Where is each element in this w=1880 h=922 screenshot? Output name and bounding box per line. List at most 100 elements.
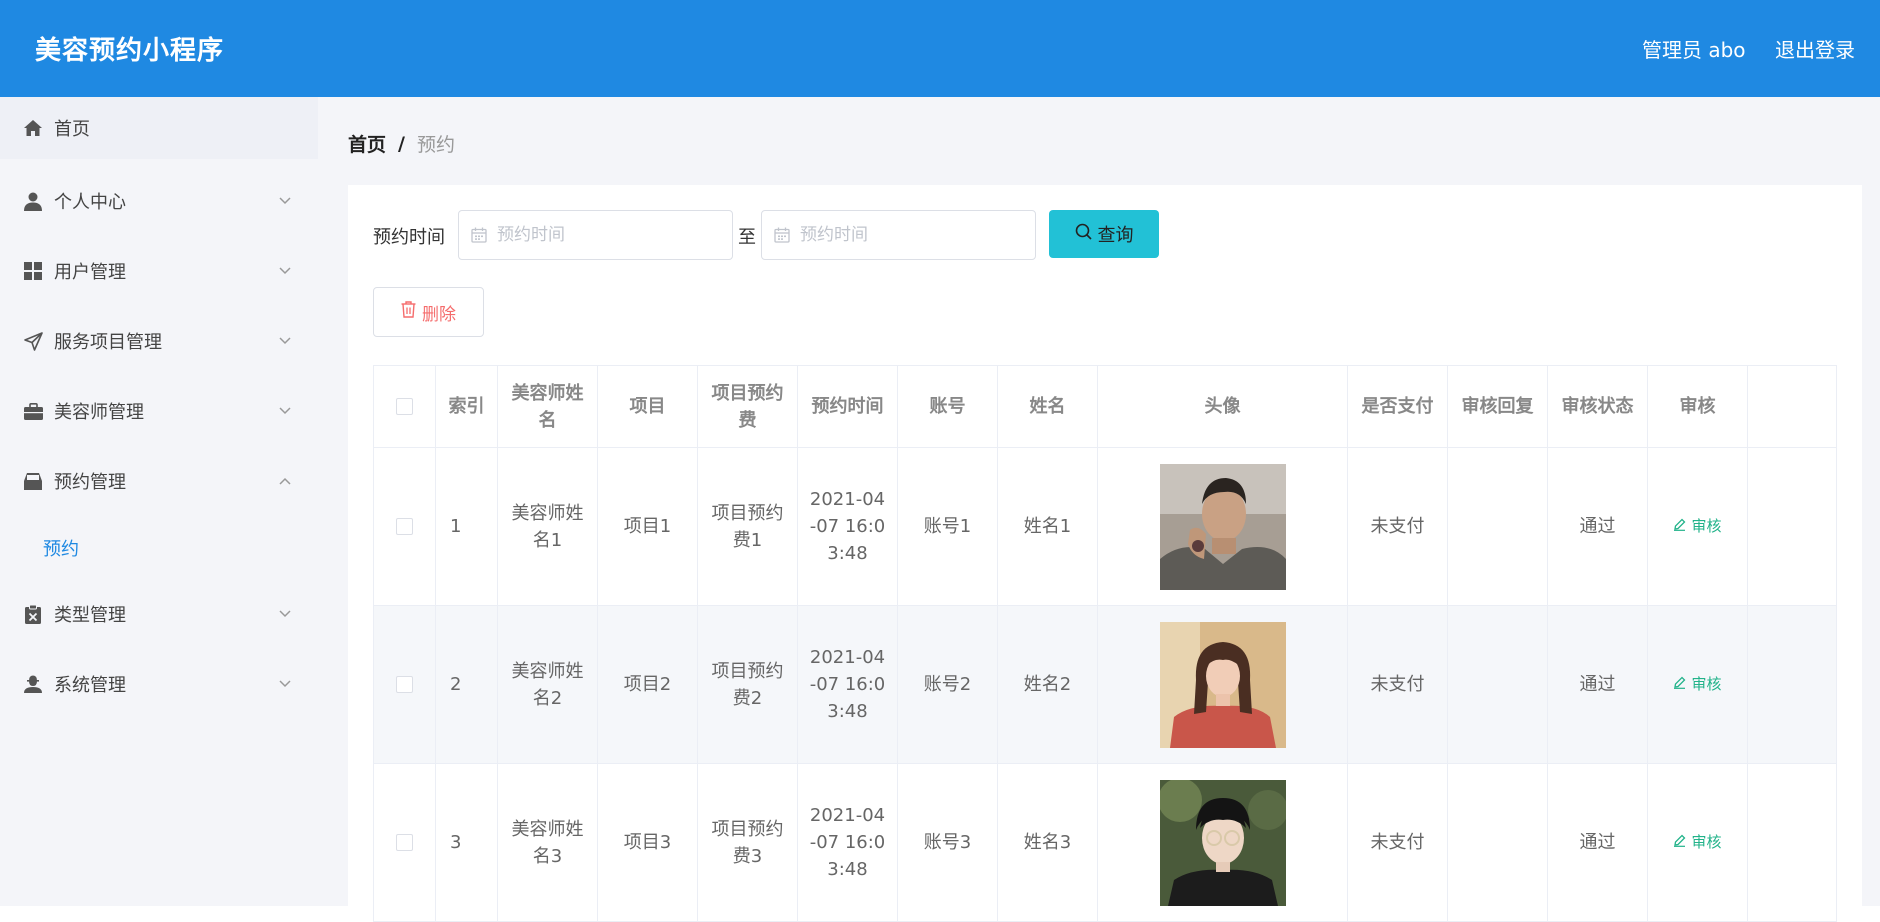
chevron-down-icon xyxy=(278,194,292,208)
table-row[interactable]: 3 美容师姓名3 项目3 项目预约费3 2021-04-07 16:03:48 … xyxy=(374,764,1837,922)
sidebar-item-label: 个人中心 xyxy=(54,192,126,213)
row-checkbox[interactable] xyxy=(396,834,413,851)
sidebar-subitem-label: 预约 xyxy=(43,539,79,560)
admin-label: 管理员 abo xyxy=(1642,38,1746,62)
breadcrumb-current: 预约 xyxy=(416,134,455,156)
select-all-checkbox[interactable] xyxy=(396,398,413,415)
account-cell: 账号3 xyxy=(898,764,998,922)
row-checkbox[interactable] xyxy=(396,676,413,693)
time-cell: 2021-04-07 16:03:48 xyxy=(798,764,898,922)
sidebar-item-home[interactable]: 首页 xyxy=(0,97,318,159)
send-icon xyxy=(22,330,44,352)
header-cell: 项目 xyxy=(598,366,698,448)
start-date-field[interactable] xyxy=(458,210,733,260)
sidebar-item-user-management[interactable]: 用户管理 xyxy=(0,240,318,302)
reply-cell xyxy=(1448,606,1548,764)
content-panel: 预约时间 至 查询 删除 xyxy=(348,185,1862,922)
audit-cell: 审核 xyxy=(1648,764,1748,922)
breadcrumb-separator: / xyxy=(398,132,405,155)
sidebar-item-beautician-management[interactable]: 美容师管理 xyxy=(0,380,318,442)
search-icon xyxy=(1075,223,1092,245)
index-cell: 3 xyxy=(436,764,498,922)
chevron-down-icon xyxy=(278,334,292,348)
table-row[interactable]: 2 美容师姓名2 项目2 项目预约费2 2021-04-07 16:03:48 … xyxy=(374,606,1837,764)
paid-cell: 未支付 xyxy=(1348,448,1448,606)
sidebar-item-label: 首页 xyxy=(54,119,90,140)
avatar-cell xyxy=(1098,764,1348,922)
trash-icon xyxy=(401,301,416,323)
sidebar-item-personal-center[interactable]: 个人中心 xyxy=(0,170,318,232)
sidebar-item-system-management[interactable]: 系统管理 xyxy=(0,653,318,715)
beautician-cell: 美容师姓名3 xyxy=(498,764,598,922)
sidebar-item-service-management[interactable]: 服务项目管理 xyxy=(0,310,318,372)
top-header: 美容预约小程序 管理员 abo 退出登录 xyxy=(0,0,1880,97)
beautician-cell: 美容师姓名2 xyxy=(498,606,598,764)
calendar-icon xyxy=(471,227,487,247)
sidebar-item-booking-management[interactable]: 预约管理 xyxy=(0,450,318,512)
time-cell: 2021-04-07 16:03:48 xyxy=(798,448,898,606)
breadcrumb: 首页 / 预约 xyxy=(348,130,455,157)
header-cell: 账号 xyxy=(898,366,998,448)
breadcrumb-home[interactable]: 首页 xyxy=(348,130,386,157)
audit-button[interactable]: 审核 xyxy=(1673,513,1722,540)
row-checkbox-cell xyxy=(374,606,436,764)
avatar-cell xyxy=(1098,606,1348,764)
chevron-up-icon xyxy=(278,474,292,488)
delete-button[interactable]: 删除 xyxy=(373,287,484,337)
time-cell: 2021-04-07 16:03:48 xyxy=(798,606,898,764)
end-date-input[interactable] xyxy=(800,223,1020,247)
audit-button-label: 审核 xyxy=(1691,675,1722,693)
avatar xyxy=(1159,463,1286,590)
end-date-field[interactable] xyxy=(761,210,1036,260)
header-cell: 姓名 xyxy=(998,366,1098,448)
paid-cell: 未支付 xyxy=(1348,764,1448,922)
logout-button[interactable]: 退出登录 xyxy=(1775,34,1855,63)
admin-icon xyxy=(22,673,44,695)
delete-button-label: 删除 xyxy=(422,304,456,325)
table-header-row: 索引 美容师姓名 项目 项目预约费 预约时间 账号 姓名 头像 是否支付 审核回… xyxy=(374,366,1837,448)
sidebar-subitem-booking[interactable]: 预约 xyxy=(0,520,318,576)
calendar-icon xyxy=(774,227,790,247)
project-cell: 项目2 xyxy=(598,606,698,764)
header-cell: 美容师姓名 xyxy=(498,366,598,448)
header-cell: 头像 xyxy=(1098,366,1348,448)
audit-button-label: 审核 xyxy=(1691,517,1722,535)
main-content: 首页 / 预约 预约时间 至 查询 删 xyxy=(318,97,1880,922)
sidebar-item-label: 类型管理 xyxy=(54,605,126,626)
sidebar-item-label: 服务项目管理 xyxy=(54,332,162,353)
audit-button[interactable]: 审核 xyxy=(1673,829,1722,856)
extra-cell xyxy=(1748,764,1837,922)
query-button[interactable]: 查询 xyxy=(1049,210,1159,258)
header-cell: 预约时间 xyxy=(798,366,898,448)
extra-cell xyxy=(1748,448,1837,606)
status-cell: 通过 xyxy=(1548,448,1648,606)
status-cell: 通过 xyxy=(1548,764,1648,922)
header-cell: 索引 xyxy=(436,366,498,448)
sidebar-item-label: 美容师管理 xyxy=(54,402,144,423)
avatar xyxy=(1159,621,1286,748)
sidebar-item-label: 用户管理 xyxy=(54,262,126,283)
header-cell: 审核状态 xyxy=(1548,366,1648,448)
sidebar: 首页 个人中心 用户管理 服务项目管理 美容师管理 预约管理 预约 类型管理 系… xyxy=(0,97,318,906)
paid-cell: 未支付 xyxy=(1348,606,1448,764)
booking-table: 索引 美容师姓名 项目 项目预约费 预约时间 账号 姓名 头像 是否支付 审核回… xyxy=(373,365,1837,922)
name-cell: 姓名2 xyxy=(998,606,1098,764)
audit-button[interactable]: 审核 xyxy=(1673,671,1722,698)
edit-icon xyxy=(1673,513,1686,540)
chevron-down-icon xyxy=(278,264,292,278)
fee-cell: 项目预约费3 xyxy=(698,764,798,922)
table-row[interactable]: 1 美容师姓名1 项目1 项目预约费1 2021-04-07 16:03:48 … xyxy=(374,448,1837,606)
chevron-down-icon xyxy=(278,677,292,691)
row-checkbox[interactable] xyxy=(396,518,413,535)
edit-icon xyxy=(1673,829,1686,856)
query-button-label: 查询 xyxy=(1097,225,1134,246)
project-cell: 项目1 xyxy=(598,448,698,606)
sidebar-item-type-management[interactable]: 类型管理 xyxy=(0,583,318,645)
clipboard-icon xyxy=(22,603,44,625)
audit-cell: 审核 xyxy=(1648,606,1748,764)
search-time-label: 预约时间 xyxy=(373,227,445,248)
row-checkbox-cell xyxy=(374,764,436,922)
status-cell: 通过 xyxy=(1548,606,1648,764)
start-date-input[interactable] xyxy=(497,223,717,247)
sidebar-item-label: 预约管理 xyxy=(54,472,126,493)
